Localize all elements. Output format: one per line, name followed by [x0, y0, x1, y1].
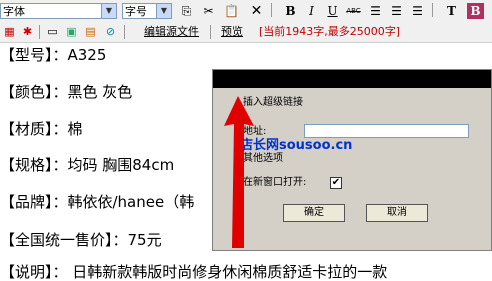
delete-icon[interactable]: ✕ — [248, 3, 265, 19]
toolbar-separator — [210, 25, 211, 39]
media-icon[interactable]: ▤ — [83, 25, 98, 39]
content-line-color: 【颜色】：黑色 灰色 — [0, 83, 133, 101]
font-size-select[interactable]: 字号 ▼ — [122, 3, 172, 19]
hr-icon[interactable]: ▭ — [45, 25, 60, 39]
content-line-model: 【型号】：A325 — [0, 46, 107, 64]
format-toolbar: 字体 ▼ 字号 ▼ ⎘ ✂ 📋 ✕ B I U ABC ☰ ☰ ☰ T B — [0, 0, 492, 23]
content-line-description: 【说明】： 日韩新款韩版时尚修身休闲棉质舒适卡拉的一款 — [0, 263, 388, 281]
font-size-value: 字号 — [125, 5, 147, 18]
align-center-icon[interactable]: ☰ — [388, 3, 405, 19]
preview-link[interactable]: 预览 — [221, 25, 243, 39]
edit-source-link[interactable]: 编辑源文件 — [144, 25, 199, 39]
chevron-down-icon[interactable]: ▼ — [101, 4, 116, 18]
new-window-checkbox[interactable]: ✔ — [330, 177, 342, 189]
font-family-select[interactable]: 字体 ▼ — [0, 3, 117, 19]
copy-icon[interactable]: ⎘ — [178, 3, 195, 19]
character-counter: [当前1943字,最多25000字] — [259, 25, 401, 38]
background-color-button[interactable]: B — [467, 3, 484, 19]
dialog-titlebar[interactable] — [213, 70, 491, 88]
arrow-up-icon — [224, 96, 254, 248]
underline-button[interactable]: U — [324, 3, 341, 19]
ok-button[interactable]: 确定 — [283, 204, 345, 222]
bold-button[interactable]: B — [282, 3, 299, 19]
image-icon[interactable]: ▣ — [64, 25, 79, 39]
toolbar-separator — [271, 3, 272, 17]
font-family-value: 字体 — [3, 5, 25, 18]
content-line-material: 【材质】：棉 — [0, 120, 83, 138]
italic-button[interactable]: I — [303, 3, 320, 19]
special-char-icon[interactable]: ✱ — [20, 25, 35, 39]
strikethrough-button[interactable]: ABC — [345, 3, 362, 19]
paste-icon[interactable]: 📋 — [223, 3, 240, 19]
insert-toolbar: ▦ ✱ ▭ ▣ ▤ ⊘ 编辑源文件 预览 [当前1943字,最多25000字] — [0, 22, 492, 43]
content-line-size: 【规格】：均码 胸围84cm — [0, 156, 175, 174]
red-arrow-annotation — [224, 96, 254, 248]
cut-icon[interactable]: ✂ — [200, 3, 217, 19]
align-left-icon[interactable]: ☰ — [367, 3, 384, 19]
toolbar-separator — [432, 3, 433, 17]
cancel-button[interactable]: 取消 — [366, 204, 428, 222]
text-color-button[interactable]: T — [443, 3, 460, 19]
content-line-price: 【全国统一售价】：75元 — [0, 231, 162, 249]
toolbar-separator — [39, 25, 40, 39]
align-right-icon[interactable]: ☰ — [409, 3, 426, 19]
toolbar-separator — [124, 25, 125, 39]
content-line-brand: 【品牌】：韩依依/hanee（韩 — [0, 193, 195, 211]
link-icon[interactable]: ⊘ — [103, 25, 118, 39]
chevron-down-icon[interactable]: ▼ — [156, 4, 171, 18]
table-icon[interactable]: ▦ — [2, 25, 17, 39]
